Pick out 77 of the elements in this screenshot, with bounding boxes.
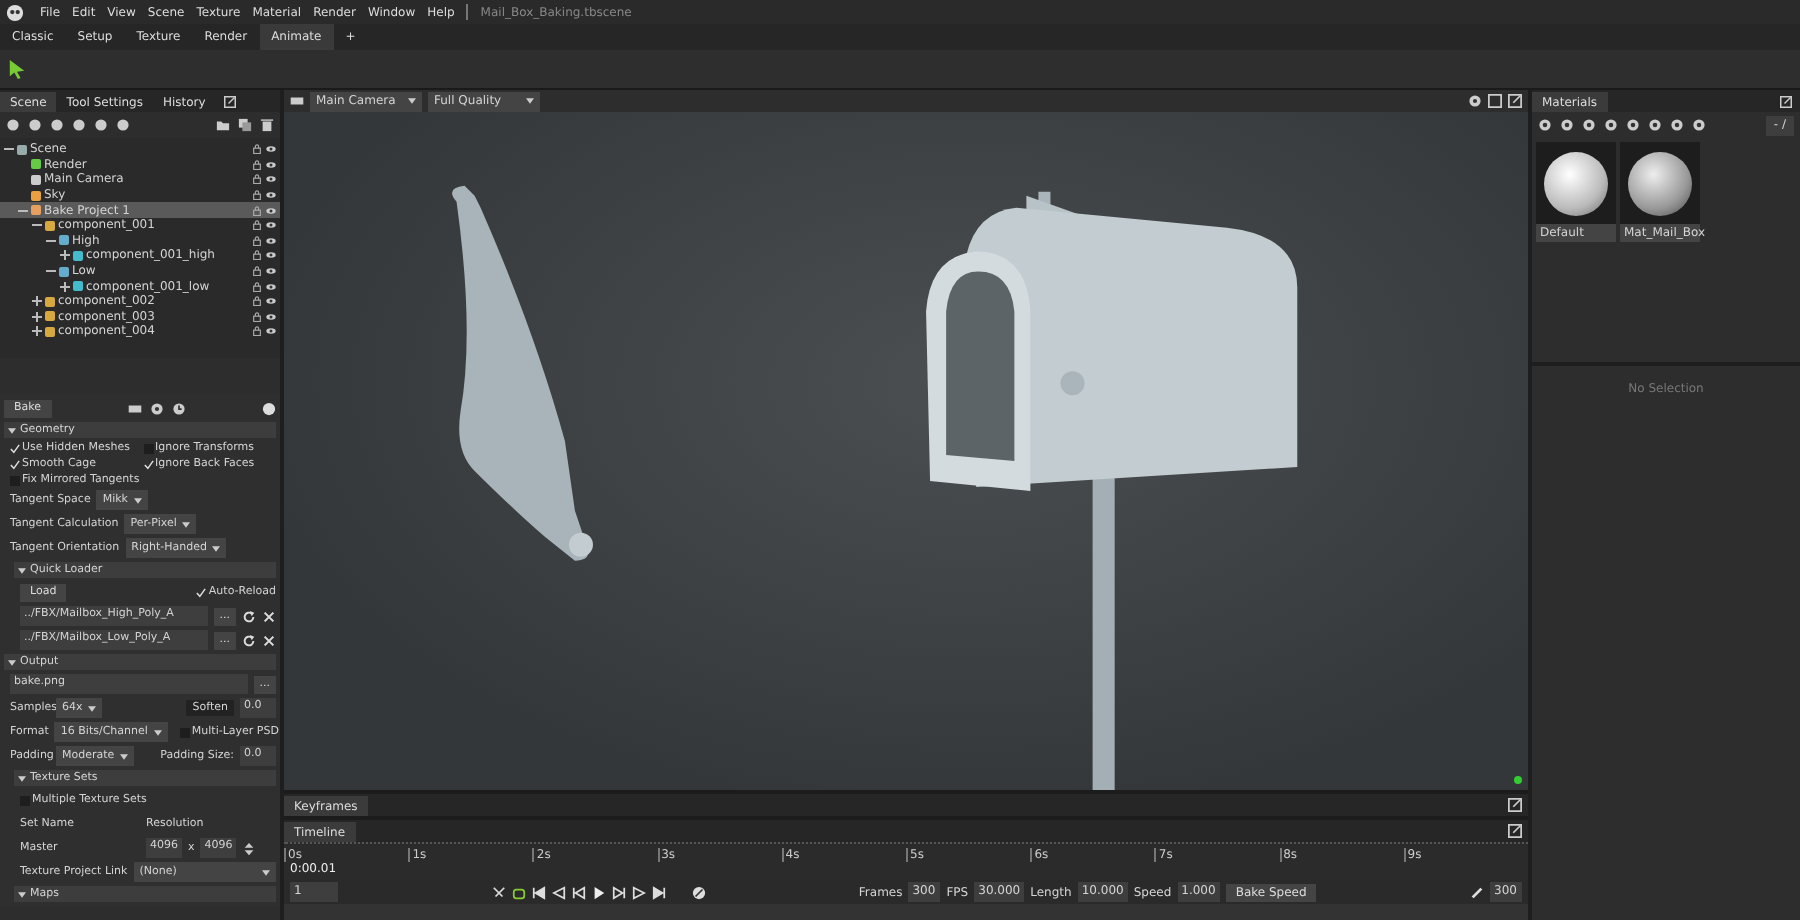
checkbox[interactable] bbox=[196, 587, 207, 597]
expand-icon[interactable] bbox=[60, 250, 70, 261]
record-icon[interactable] bbox=[691, 885, 706, 899]
pop-out-icon[interactable] bbox=[1508, 94, 1522, 108]
lock-icon[interactable] bbox=[252, 159, 262, 170]
close-icon[interactable] bbox=[262, 633, 276, 647]
caret-icon bbox=[153, 729, 162, 735]
pop-out-icon[interactable] bbox=[223, 95, 236, 107]
spinner-icon[interactable] bbox=[242, 841, 257, 855]
loop-icon[interactable] bbox=[511, 885, 526, 899]
expand-icon[interactable] bbox=[32, 296, 42, 307]
caret-icon bbox=[8, 659, 16, 665]
pop-out-icon[interactable] bbox=[1780, 95, 1792, 107]
eye-icon[interactable] bbox=[266, 296, 276, 307]
eye-icon[interactable] bbox=[266, 281, 276, 292]
close-icon[interactable] bbox=[262, 609, 276, 623]
eye-icon[interactable] bbox=[266, 311, 276, 322]
lock-icon[interactable] bbox=[252, 250, 262, 261]
step-back-icon[interactable] bbox=[571, 885, 586, 899]
eye-icon[interactable] bbox=[266, 235, 276, 246]
lock-icon[interactable] bbox=[252, 190, 262, 201]
expand-icon[interactable] bbox=[32, 311, 42, 322]
lock-icon[interactable] bbox=[252, 266, 262, 277]
keyframe-track[interactable] bbox=[284, 904, 1528, 920]
lock-icon[interactable] bbox=[252, 311, 262, 322]
lock-icon[interactable] bbox=[252, 326, 262, 337]
caret-icon bbox=[8, 427, 16, 433]
caret-icon bbox=[88, 705, 97, 711]
eye-icon[interactable] bbox=[266, 326, 276, 337]
caret-icon bbox=[18, 891, 26, 897]
eye-icon[interactable] bbox=[266, 250, 276, 261]
skip-to-end-icon[interactable] bbox=[651, 885, 666, 899]
eye-icon[interactable] bbox=[266, 205, 276, 216]
step-forward-icon[interactable] bbox=[611, 885, 626, 899]
eye-icon[interactable] bbox=[266, 144, 276, 155]
expand-icon[interactable] bbox=[60, 281, 70, 292]
caret-icon bbox=[18, 567, 26, 573]
3d-viewport[interactable] bbox=[284, 112, 1528, 790]
maximize-icon[interactable] bbox=[1488, 94, 1502, 108]
previous-key-icon[interactable] bbox=[551, 885, 566, 899]
material-preview-sphere bbox=[1544, 151, 1608, 215]
material-preview-sphere bbox=[1628, 151, 1692, 215]
caret-icon bbox=[262, 869, 270, 875]
caret-icon bbox=[408, 98, 416, 104]
caret-icon bbox=[212, 545, 221, 551]
lock-icon[interactable] bbox=[252, 174, 262, 185]
eye-icon[interactable] bbox=[266, 220, 276, 231]
caret-icon bbox=[182, 521, 191, 527]
caret-icon bbox=[526, 98, 534, 104]
caret-icon bbox=[134, 497, 142, 503]
cursor-icon[interactable] bbox=[8, 58, 26, 80]
play-icon[interactable] bbox=[591, 885, 606, 899]
clock-icon[interactable] bbox=[171, 401, 186, 415]
expand-icon[interactable] bbox=[32, 326, 42, 337]
checkbox[interactable] bbox=[10, 443, 20, 453]
checkbox[interactable] bbox=[10, 459, 20, 469]
collapse-icon[interactable] bbox=[46, 266, 56, 277]
pop-out-icon[interactable] bbox=[1508, 824, 1522, 838]
pop-out-icon[interactable] bbox=[1508, 798, 1522, 812]
lock-icon[interactable] bbox=[252, 235, 262, 246]
scissors-icon[interactable] bbox=[491, 885, 506, 899]
lock-icon[interactable] bbox=[252, 281, 262, 292]
caret-icon bbox=[18, 775, 26, 781]
next-key-icon[interactable] bbox=[631, 885, 646, 899]
eye-icon[interactable] bbox=[266, 174, 276, 185]
eye-icon[interactable] bbox=[266, 190, 276, 201]
lock-icon[interactable] bbox=[252, 220, 262, 231]
skip-to-start-icon[interactable] bbox=[531, 885, 546, 899]
checkbox[interactable] bbox=[143, 459, 153, 469]
status-dot-icon bbox=[1514, 776, 1522, 784]
caret-icon bbox=[120, 753, 129, 759]
eye-icon[interactable] bbox=[266, 159, 276, 170]
lock-icon[interactable] bbox=[252, 296, 262, 307]
lock-icon[interactable] bbox=[252, 144, 262, 155]
link-icon[interactable] bbox=[1470, 885, 1484, 899]
eye-icon[interactable] bbox=[266, 266, 276, 277]
collapse-icon[interactable] bbox=[4, 144, 14, 155]
